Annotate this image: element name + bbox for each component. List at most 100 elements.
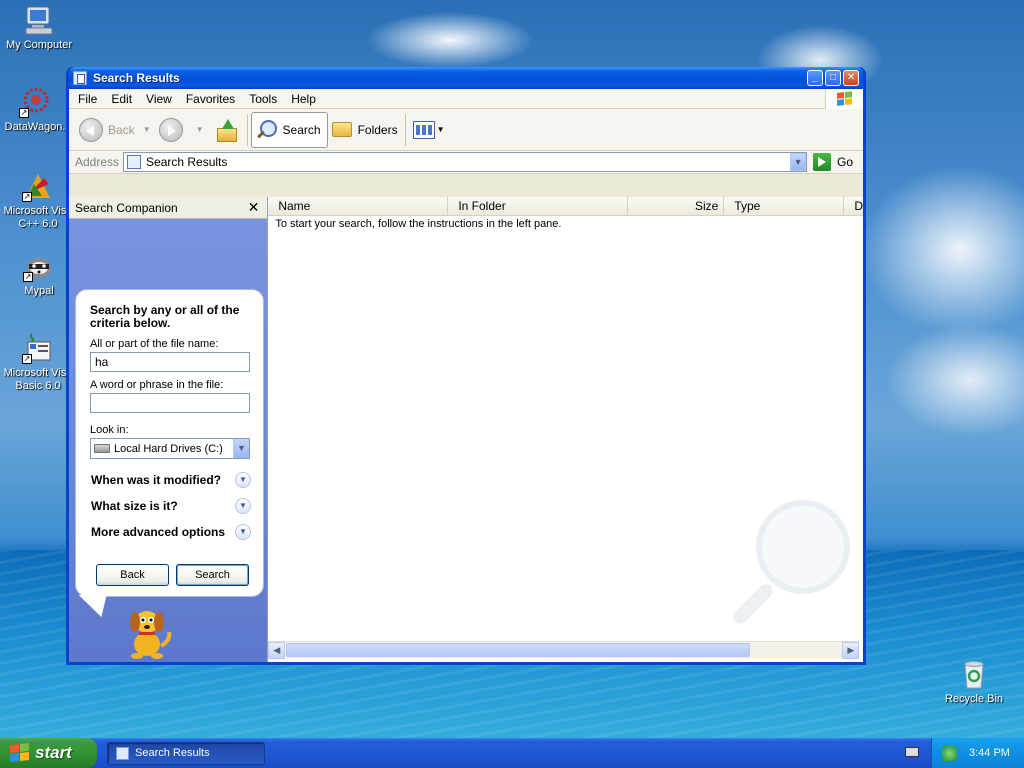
- clock[interactable]: 3:44 PM: [969, 747, 1010, 759]
- expand-chevron-icon[interactable]: ▼: [235, 472, 251, 488]
- scroll-left-icon[interactable]: ◀: [268, 641, 286, 659]
- taskbar-item-search-results[interactable]: Search Results: [107, 741, 265, 765]
- keyboard-icon[interactable]: [905, 747, 919, 757]
- desktop-icon-label: Microsoft Visu C++ 6.0: [3, 205, 73, 230]
- forward-arrow-icon: [158, 117, 183, 142]
- desktop-icon-vb6[interactable]: ↗ Microsoft Visu Basic 6.0: [0, 332, 76, 393]
- search-icon: [256, 119, 278, 141]
- back-label: Back: [108, 122, 135, 137]
- option-when-modified[interactable]: When was it modified? ▼: [91, 467, 251, 493]
- folders-label: Folders: [357, 122, 398, 137]
- phrase-input[interactable]: [90, 393, 250, 413]
- folders-toolbar-button[interactable]: Folders: [328, 113, 402, 147]
- option-advanced[interactable]: More advanced options ▼: [91, 519, 251, 545]
- go-label: Go: [837, 155, 854, 169]
- go-arrow-icon: [813, 153, 832, 171]
- vcpp-icon: ↗: [22, 170, 54, 202]
- search-button[interactable]: Search: [176, 564, 249, 586]
- address-input[interactable]: Search Results ▼: [123, 152, 808, 172]
- datawagon-icon: ↗: [19, 86, 51, 118]
- chevron-down-icon: ▼: [233, 439, 249, 458]
- horizontal-scrollbar[interactable]: ◀ ▶: [268, 641, 860, 659]
- start-label: start: [35, 743, 72, 762]
- column-header-type[interactable]: Type: [724, 197, 845, 216]
- address-bar: Address Search Results ▼ Go: [69, 151, 863, 174]
- desktop-icon-datawagon[interactable]: ↗ DataWagon.: [0, 86, 73, 134]
- lookin-select[interactable]: Local Hard Drives (C:) ▼: [90, 438, 250, 459]
- window-body: File Edit View Favorites Tools Help Back…: [69, 89, 863, 662]
- menu-bar: File Edit View Favorites Tools Help: [69, 89, 863, 109]
- desktop-icon-label: Microsoft Visu Basic 6.0: [3, 367, 73, 392]
- option-what-size[interactable]: What size is it? ▼: [91, 493, 251, 519]
- address-dropdown-icon[interactable]: ▼: [790, 153, 807, 171]
- search-dog-icon[interactable]: [119, 602, 179, 662]
- column-header-name[interactable]: Name: [268, 197, 449, 216]
- scroll-right-icon[interactable]: ▶: [842, 641, 860, 659]
- column-header-size[interactable]: Size: [628, 197, 725, 216]
- desktop-icon-label: Recycle Bin: [944, 693, 1004, 705]
- column-header-date[interactable]: D: [844, 197, 863, 216]
- forward-toolbar-button[interactable]: [155, 113, 192, 147]
- standard-toolbar: Back ▼ ▼ Search Folders ▼: [69, 109, 863, 151]
- menu-help[interactable]: Help: [284, 92, 323, 106]
- desktop-icon-my-computer[interactable]: My Computer: [1, 4, 77, 52]
- expand-chevron-icon[interactable]: ▼: [235, 498, 251, 514]
- search-window-icon: [73, 71, 87, 85]
- option-label: When was it modified?: [91, 473, 222, 487]
- option-label: More advanced options: [91, 525, 226, 539]
- minimize-button[interactable]: _: [807, 70, 823, 86]
- filename-label: All or part of the file name:: [90, 338, 219, 350]
- network-tray-icon[interactable]: [942, 745, 957, 761]
- scrollbar-thumb[interactable]: [286, 642, 751, 657]
- go-button[interactable]: Go: [813, 153, 853, 171]
- menu-tools[interactable]: Tools: [242, 92, 284, 106]
- views-icon: [412, 120, 435, 139]
- desktop-icon-recycle-bin[interactable]: Recycle Bin: [936, 658, 1012, 706]
- menu-favorites[interactable]: Favorites: [179, 92, 242, 106]
- close-pane-icon[interactable]: ✕: [248, 199, 260, 216]
- back-button[interactable]: Back: [96, 564, 169, 586]
- windows-flag-icon: [837, 91, 853, 107]
- window-titlebar[interactable]: Search Results _ □ ✕: [69, 67, 863, 89]
- desktop-icon-vcpp[interactable]: ↗ Microsoft Visu C++ 6.0: [0, 170, 76, 231]
- magnifier-watermark-icon: [708, 497, 858, 647]
- recycle-bin-icon: [958, 658, 990, 690]
- maximize-button[interactable]: □: [825, 70, 841, 86]
- search-toolbar-button[interactable]: Search: [250, 111, 328, 148]
- desktop-icon-label: My Computer: [5, 39, 73, 51]
- toolbar-separator: [404, 113, 406, 146]
- search-results-window: Search Results _ □ ✕ File Edit View Favo…: [66, 67, 866, 665]
- taskbar: start Search Results 3:44 PM: [0, 738, 1024, 768]
- results-column-headers: Name In Folder Size Type D: [268, 197, 863, 216]
- filename-input[interactable]: [90, 352, 250, 372]
- desktop-icon-label: DataWagon.: [4, 121, 66, 133]
- mypal-icon: ↗: [23, 250, 55, 282]
- back-arrow-icon: [79, 117, 103, 142]
- close-button[interactable]: ✕: [843, 70, 859, 86]
- expand-chevron-icon[interactable]: ▼: [235, 524, 251, 540]
- taskbar-item-label: Search Results: [135, 747, 210, 759]
- forward-dropdown-icon[interactable]: ▼: [196, 125, 204, 134]
- search-criteria-bubble: Search by any or all of the criteria bel…: [75, 289, 264, 597]
- window-title: Search Results: [93, 71, 180, 85]
- lookin-label: Look in:: [90, 424, 129, 436]
- column-header-in-folder[interactable]: In Folder: [448, 197, 629, 216]
- results-instruction: To start your search, follow the instruc…: [275, 218, 562, 230]
- toolbar-separator: [246, 113, 248, 146]
- menu-view[interactable]: View: [139, 92, 179, 106]
- search-companion-pane: Search Companion ✕ Search by any or all …: [69, 197, 268, 662]
- up-folder-button[interactable]: [208, 113, 244, 147]
- vb6-icon: ↗: [22, 332, 54, 364]
- search-page-icon: [127, 155, 142, 169]
- up-folder-icon: [216, 118, 237, 142]
- menu-file[interactable]: File: [69, 92, 104, 106]
- phrase-label: A word or phrase in the file:: [90, 379, 224, 391]
- views-toolbar-button[interactable]: ▼: [409, 113, 449, 147]
- menu-edit[interactable]: Edit: [104, 92, 139, 106]
- scrollbar-track[interactable]: [285, 642, 842, 659]
- companion-buttons: Back Search: [96, 564, 249, 586]
- back-toolbar-button[interactable]: Back: [75, 113, 139, 147]
- address-label: Address: [75, 155, 120, 169]
- back-dropdown-icon[interactable]: ▼: [143, 125, 151, 134]
- start-button[interactable]: start: [0, 738, 97, 768]
